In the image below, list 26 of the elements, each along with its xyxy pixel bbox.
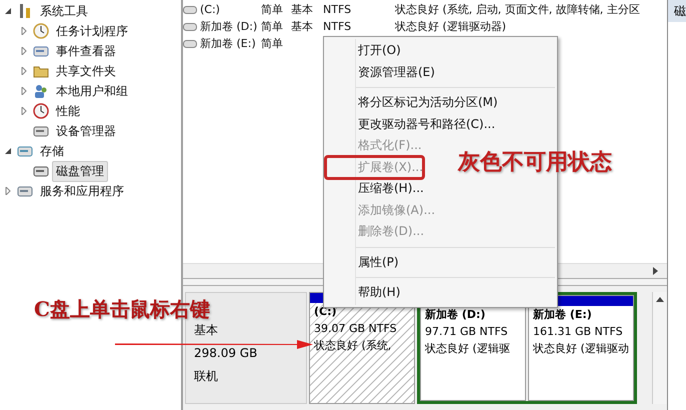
table-cell: 基本	[291, 2, 313, 17]
disk-size: 298.09 GB	[194, 346, 258, 360]
disk-status: 联机	[194, 369, 219, 383]
annotation-text: C盘上单击鼠标右键	[34, 296, 210, 323]
table-cell: 状态良好 (系统, 启动, 页面文件, 故障转储, 主分区	[395, 2, 640, 17]
partition-label: 新加卷 (E:)	[532, 307, 593, 323]
partition-size: 97.71 GB NTFS	[424, 324, 509, 340]
partition-status: 状态良好 (系统,	[313, 338, 392, 354]
table-cell: 状态良好 (逻辑驱动器)	[395, 19, 506, 34]
table-cell: 简单	[261, 19, 283, 34]
partition-size: 161.31 GB NTFS	[532, 324, 624, 340]
volume-name: 新加卷 (D:)	[200, 19, 258, 34]
action-pane-header: 磁	[668, 0, 686, 22]
volume-name: 新加卷 (E:)	[200, 36, 256, 51]
table-cell: 简单	[261, 36, 283, 51]
partition-status: 状态良好 (逻辑驱动	[532, 341, 630, 357]
table-cell: 基本	[291, 19, 313, 34]
table-cell: 简单	[261, 2, 283, 17]
partition-status: 状态良好 (逻辑驱	[424, 341, 511, 357]
disk-type: 基本	[194, 323, 219, 337]
partition-label: 新加卷 (D:)	[424, 307, 486, 323]
table-cell: NTFS	[323, 20, 352, 33]
annotation-text: 灰色不可用状态	[458, 148, 612, 177]
volume-name: (C:)	[200, 3, 220, 16]
table-cell: NTFS	[323, 3, 352, 16]
partition-size: 39.07 GB NTFS	[313, 321, 398, 337]
